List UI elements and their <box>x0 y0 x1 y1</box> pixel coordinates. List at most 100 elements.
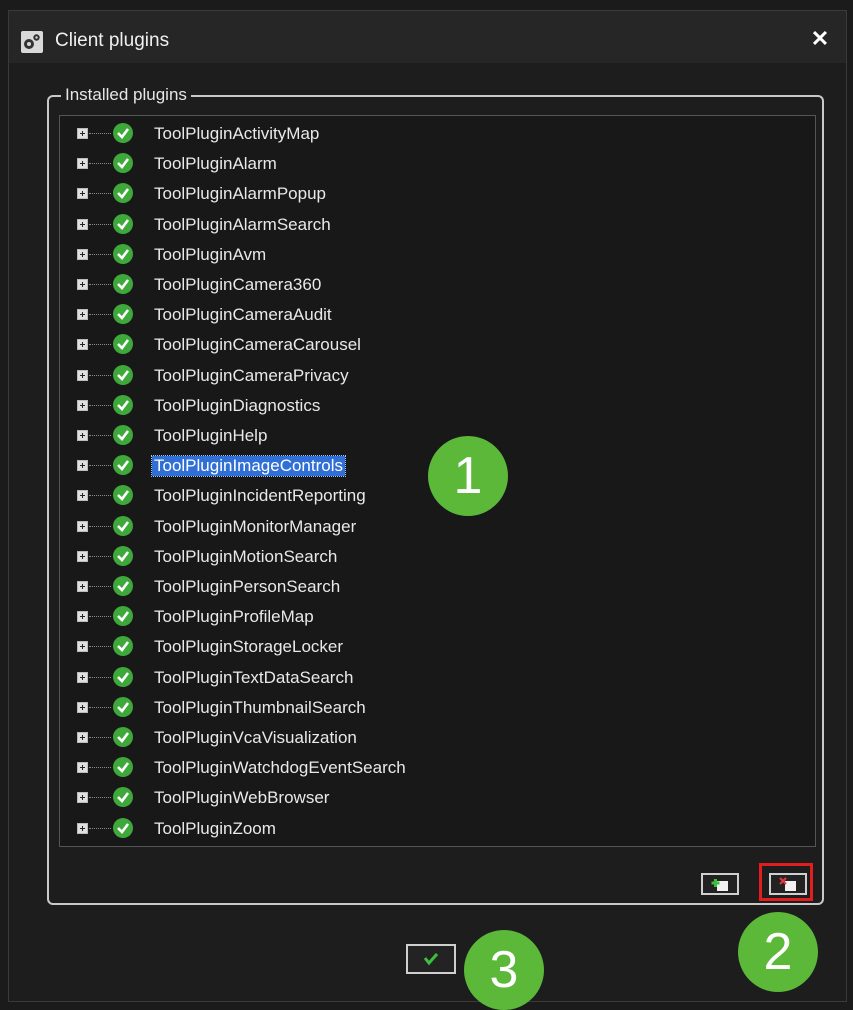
plugin-label[interactable]: ToolPluginWebBrowser <box>152 788 331 808</box>
plugin-label[interactable]: ToolPluginCameraAudit <box>152 305 334 325</box>
tree-row[interactable]: ToolPluginCameraPrivacy <box>60 361 815 391</box>
tree-connector <box>89 616 111 618</box>
tree-row[interactable]: ToolPluginZoom <box>60 814 815 844</box>
tree-connector <box>89 133 111 134</box>
check-circle-icon <box>113 696 133 717</box>
tree-row[interactable]: ToolPluginTextDataSearch <box>60 663 815 693</box>
expand-plus-icon[interactable] <box>77 732 88 743</box>
expand-plus-icon[interactable] <box>77 701 88 713</box>
tree-row[interactable]: ToolPluginProfileMap <box>60 602 815 632</box>
expand-plus-icon[interactable] <box>77 822 88 834</box>
tree-row[interactable]: ToolPluginMonitorManager <box>60 512 815 542</box>
expand-plus-icon[interactable] <box>77 279 88 290</box>
tree-row[interactable]: ToolPluginHelp <box>60 421 815 451</box>
plugin-label[interactable]: ToolPluginThumbnailSearch <box>152 698 368 718</box>
plugin-label[interactable]: ToolPluginCameraCarousel <box>152 335 363 355</box>
expand-plus-icon[interactable] <box>77 460 88 472</box>
expand-plus-icon[interactable] <box>77 671 88 683</box>
tree-row[interactable]: ToolPluginCamera360 <box>60 270 815 300</box>
plugin-label[interactable]: ToolPluginZoom <box>152 819 278 839</box>
expand-plus-icon[interactable] <box>77 309 88 321</box>
tree-connector <box>89 344 111 346</box>
plugin-label[interactable]: ToolPluginAvm <box>152 245 268 265</box>
check-circle-icon <box>113 666 133 687</box>
expand-plus-icon[interactable] <box>77 430 88 441</box>
expand-plus-icon[interactable] <box>77 128 88 139</box>
plugin-label[interactable]: ToolPluginAlarm <box>152 154 279 174</box>
expand-plus-icon[interactable] <box>77 792 88 804</box>
callout-1: 1 <box>428 436 508 516</box>
expand-plus-icon[interactable] <box>77 762 88 774</box>
check-circle-icon <box>113 757 133 778</box>
tree-row[interactable]: ToolPluginVcaVisualization <box>60 723 815 753</box>
check-circle-icon <box>113 545 133 566</box>
tree-connector <box>89 525 111 527</box>
expand-plus-icon[interactable] <box>77 369 88 381</box>
plugin-label[interactable]: ToolPluginVcaVisualization <box>152 728 359 748</box>
tree-row[interactable]: ToolPluginDiagnostics <box>60 391 815 421</box>
expand-plus-icon[interactable] <box>77 248 88 260</box>
tree-connector <box>89 827 111 829</box>
expand-plus-icon[interactable] <box>77 339 88 351</box>
tree-row[interactable]: ToolPluginCameraCarousel <box>60 330 815 360</box>
remove-plugin-icon <box>779 877 796 891</box>
plugin-label[interactable]: ToolPluginCameraPrivacy <box>152 366 351 386</box>
plugin-label[interactable]: ToolPluginStorageLocker <box>152 637 345 657</box>
check-circle-icon <box>113 425 133 445</box>
expand-plus-icon[interactable] <box>77 158 88 170</box>
remove-plugin-button[interactable] <box>769 873 807 895</box>
expand-plus-icon[interactable] <box>77 399 88 411</box>
expand-plus-icon[interactable] <box>77 581 88 592</box>
check-circle-icon <box>113 515 133 536</box>
plugin-label[interactable]: ToolPluginActivityMap <box>152 124 321 144</box>
plugin-label[interactable]: ToolPluginWatchdogEventSearch <box>152 758 408 778</box>
tree-row[interactable]: ToolPluginWebBrowser <box>60 783 815 813</box>
plugin-label[interactable]: ToolPluginAlarmSearch <box>152 215 333 235</box>
tree-row[interactable]: ToolPluginCameraAudit <box>60 300 815 330</box>
expand-plus-icon[interactable] <box>77 188 88 200</box>
plugin-label[interactable]: ToolPluginDiagnostics <box>152 396 322 416</box>
check-circle-icon <box>113 636 133 657</box>
tree-connector <box>89 495 111 497</box>
check-circle-icon <box>113 274 133 294</box>
expand-plus-icon[interactable] <box>77 641 88 653</box>
tree-row[interactable]: ToolPluginAvm <box>60 240 815 270</box>
plugin-label[interactable]: ToolPluginMonitorManager <box>152 517 358 537</box>
window-title: Client plugins <box>55 30 170 51</box>
tree-connector <box>89 404 111 406</box>
tree-connector <box>89 223 111 225</box>
check-circle-icon <box>113 606 133 627</box>
plugin-label[interactable]: ToolPluginHelp <box>152 426 269 446</box>
tree-row[interactable]: ToolPluginActivityMap <box>60 119 815 149</box>
expand-plus-icon[interactable] <box>77 520 88 532</box>
check-circle-icon <box>113 485 133 506</box>
group-label: Installed plugins <box>61 85 191 105</box>
tree-row[interactable]: ToolPluginMotionSearch <box>60 542 815 572</box>
tree-row[interactable]: ToolPluginStorageLocker <box>60 632 815 662</box>
plugin-label[interactable]: ToolPluginPersonSearch <box>152 577 342 597</box>
check-circle-icon <box>113 817 133 838</box>
plugin-label[interactable]: ToolPluginAlarmPopup <box>152 184 328 204</box>
tree-row[interactable]: ToolPluginAlarmSearch <box>60 210 815 240</box>
close-button[interactable]: ✕ <box>808 27 832 51</box>
ok-button[interactable] <box>406 944 456 974</box>
tree-row[interactable]: ToolPluginPersonSearch <box>60 572 815 602</box>
tree-connector <box>89 374 111 376</box>
plugin-label[interactable]: ToolPluginProfileMap <box>152 607 316 627</box>
tree-row[interactable]: ToolPluginThumbnailSearch <box>60 693 815 723</box>
expand-plus-icon[interactable] <box>77 218 88 230</box>
tree-row[interactable]: ToolPluginWatchdogEventSearch <box>60 753 815 783</box>
tree-row[interactable]: ToolPluginAlarmPopup <box>60 179 815 209</box>
plugin-label[interactable]: ToolPluginCamera360 <box>152 275 323 295</box>
add-plugin-button[interactable] <box>701 873 739 895</box>
tree-row[interactable]: ToolPluginAlarm <box>60 149 815 179</box>
client-plugins-window: Client plugins ✕ Installed plugins ToolP… <box>8 10 847 1002</box>
plugin-label[interactable]: ToolPluginTextDataSearch <box>152 668 355 688</box>
check-circle-icon <box>113 213 133 234</box>
plugin-label[interactable]: ToolPluginIncidentReporting <box>152 486 368 506</box>
expand-plus-icon[interactable] <box>77 611 88 623</box>
plugin-label[interactable]: ToolPluginImageControls <box>151 455 346 478</box>
plugin-label[interactable]: ToolPluginMotionSearch <box>152 547 339 567</box>
expand-plus-icon[interactable] <box>77 550 88 562</box>
expand-plus-icon[interactable] <box>77 490 88 502</box>
